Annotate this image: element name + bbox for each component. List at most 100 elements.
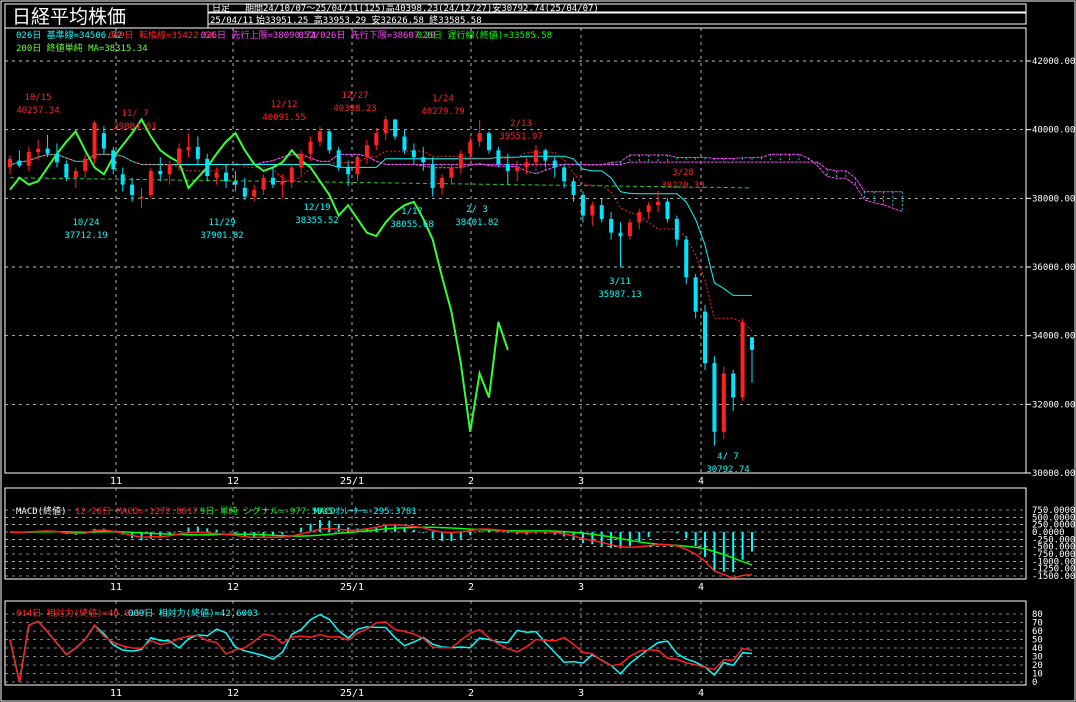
candle-body <box>158 170 163 175</box>
annotation-date: 1/24 <box>432 94 454 104</box>
candle-body <box>458 153 463 168</box>
annotation-value: 38401.82 <box>455 218 498 228</box>
rsi14-line <box>9 620 753 683</box>
candle-body <box>233 181 238 185</box>
macd-x-label: 2 <box>468 582 474 593</box>
legend-item: 026日 基準線=34506.72 <box>16 29 122 41</box>
candle-body <box>618 232 623 237</box>
annotation-date: 12/12 <box>270 100 297 110</box>
annotation-value: 39884.01 <box>113 122 156 132</box>
annotation-value: 37712.19 <box>64 231 107 241</box>
candle-body <box>92 122 97 159</box>
candle-body <box>721 373 726 432</box>
candle-body <box>515 167 520 171</box>
candle-body <box>242 188 247 197</box>
candle-body <box>186 146 191 151</box>
candle-body <box>590 205 595 216</box>
senkou-span-a-line <box>254 153 903 212</box>
candle-body <box>449 167 454 178</box>
candle-body <box>336 150 341 168</box>
candle-body <box>270 177 275 185</box>
macd-line <box>9 523 753 579</box>
candle-body <box>280 181 285 185</box>
rsi-x-label: 25/1 <box>340 688 364 699</box>
senkou-span-b-line <box>254 153 903 193</box>
annotation-value: 38055.68 <box>390 220 433 230</box>
candle-body <box>402 136 407 151</box>
candle-body <box>543 150 548 161</box>
annotation-date: 12/19 <box>303 203 330 213</box>
last-date: 25/04/11 <box>210 16 253 26</box>
legend-item: 009日 転換線=35422.64 <box>108 29 214 41</box>
candle-body <box>599 205 604 219</box>
rsi-x-label: 11 <box>110 688 122 699</box>
candle-body <box>703 311 708 364</box>
annotation-value: 40398.23 <box>333 104 376 114</box>
candle-body <box>562 167 567 182</box>
macd-x-label: 25/1 <box>340 582 364 593</box>
x-axis-label: 25/1 <box>340 476 364 487</box>
candle-body <box>430 164 435 189</box>
candle-body <box>317 131 322 142</box>
price-axis-label: 36000.00 <box>1032 263 1075 273</box>
candle-body <box>477 133 482 142</box>
candle-body <box>327 131 332 151</box>
candle-body <box>533 150 538 163</box>
period-info: 期間24/10/07〜25/04/11(125)高40398.23(24/12/… <box>245 2 599 14</box>
annotation-date: 2/ 3 <box>466 205 488 215</box>
candle-body <box>505 164 510 171</box>
candle-body <box>8 158 12 168</box>
annotation-date: 11/ 7 <box>121 109 148 119</box>
candle-body <box>101 133 106 149</box>
candle-body <box>205 158 210 177</box>
candle-body <box>289 167 294 182</box>
price-axis-label: 38000.00 <box>1032 194 1075 204</box>
outer-frame <box>0 0 1076 702</box>
legend-item: 052/026日 先行下限=38607.20 <box>298 29 435 41</box>
annotation-date: 3/11 <box>609 277 631 287</box>
candle-body <box>487 133 492 151</box>
rsi-x-label: 2 <box>468 688 474 699</box>
candle-body <box>750 337 754 350</box>
annotation-value: 37901.82 <box>200 231 243 241</box>
annotation-value: 40257.34 <box>16 106 59 116</box>
price-axis-label: 34000.00 <box>1032 332 1075 342</box>
rsi-legend-item: 014日 相対力(終値)=40.8157 <box>16 607 146 619</box>
candle-body <box>111 150 116 170</box>
macd-axis-label: -1500.0000 <box>1032 572 1076 582</box>
x-axis-label: 3 <box>578 476 584 487</box>
candle-body <box>224 172 229 182</box>
candle-body <box>674 218 679 240</box>
x-axis-label: 12 <box>227 476 239 487</box>
rsi-x-label: 4 <box>698 688 704 699</box>
candle-body <box>36 148 41 152</box>
annotation-date: 4/ 7 <box>717 452 739 462</box>
candle-body <box>17 160 22 166</box>
candle-body <box>580 194 585 216</box>
rsi9-line <box>9 613 753 683</box>
rsi-x-label: 12 <box>227 688 239 699</box>
annotation-value: 40279.79 <box>421 107 464 117</box>
candle-body <box>167 164 172 175</box>
macd-legend-item: MACDｵｼﾚｰﾀｰ=-295.3781 <box>314 506 417 517</box>
candle-body <box>712 363 717 432</box>
candle-body <box>571 181 576 195</box>
price-axis-label: 30000.00 <box>1032 469 1075 479</box>
candle-body <box>440 177 445 189</box>
x-axis-label: 4 <box>698 476 704 487</box>
candle-body <box>26 151 31 166</box>
candle-body <box>656 201 661 206</box>
candle-body <box>299 153 304 168</box>
candle-body <box>148 170 153 195</box>
chart-title: 日経平均株価 <box>12 6 126 28</box>
candle-body <box>139 196 144 199</box>
candle-body <box>374 133 379 146</box>
candle-body <box>214 172 219 178</box>
ichimoku-cloud <box>422 154 903 212</box>
annotation-date: 12/27 <box>341 91 368 101</box>
candle-body <box>637 212 642 223</box>
annotation-value: 38220.33 <box>661 181 704 191</box>
candle-body <box>393 119 398 137</box>
candle-body <box>195 146 200 159</box>
candle-body <box>355 157 360 175</box>
